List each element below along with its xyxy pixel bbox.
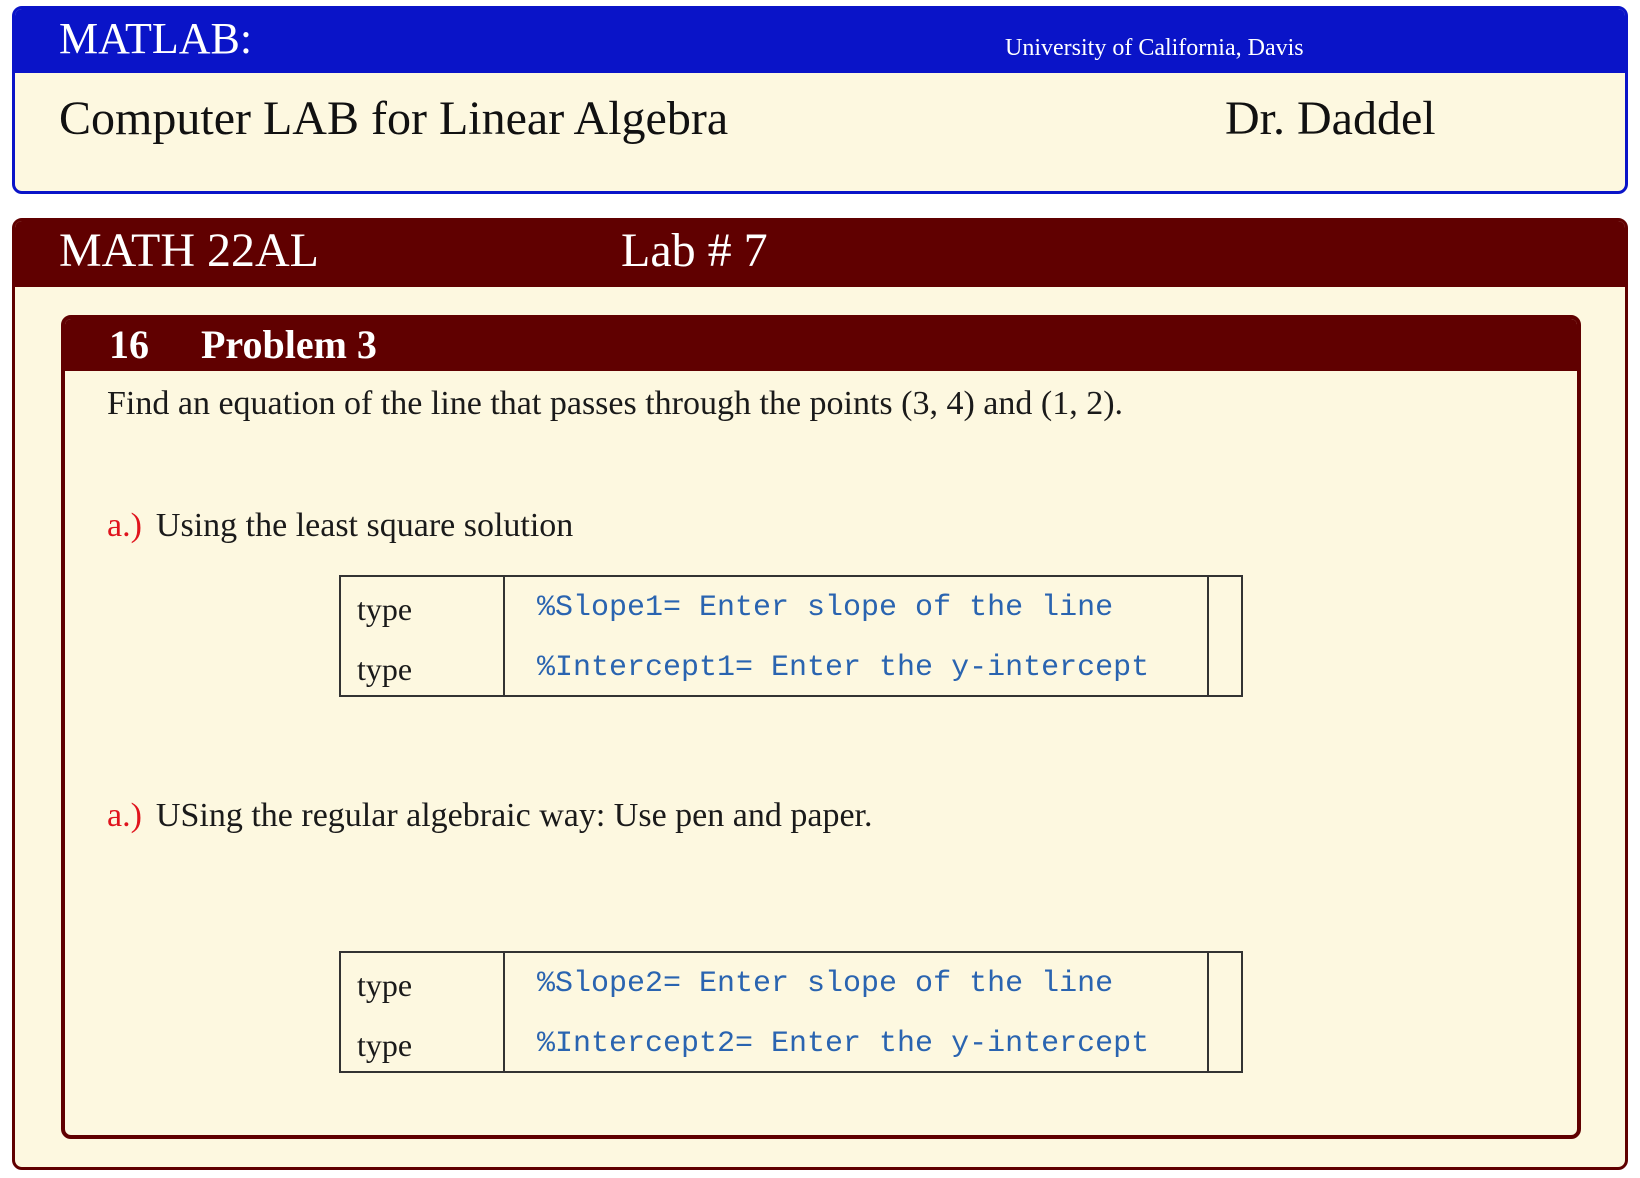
row-key: type [357, 591, 413, 627]
header-title: MATLAB: [59, 14, 253, 63]
row-key: type [357, 1027, 413, 1063]
code-input-intercept2[interactable]: %Intercept2= Enter the y-intercept [537, 1027, 1149, 1061]
row-key: type [357, 651, 413, 687]
part-two: a.) USing the regular algebraic way: Use … [107, 797, 873, 835]
part-text: USing the regular algebraic way: Use pen… [155, 797, 873, 834]
code-input-slope1[interactable]: %Slope1= Enter slope of the line [537, 591, 1113, 625]
part-label: a.) [107, 797, 142, 834]
code-input-intercept1[interactable]: %Intercept1= Enter the y-intercept [537, 651, 1149, 685]
header-bar [15, 9, 1625, 73]
table-divider [1207, 577, 1209, 695]
institution-label: University of California, Davis [1005, 35, 1304, 61]
code-table: type %Slope1= Enter slope of the line ty… [339, 575, 1243, 697]
lab-number: Lab # 7 [621, 224, 768, 277]
table-divider [503, 577, 505, 695]
problem-statement: Find an equation of the line that passes… [107, 385, 1124, 422]
table-divider [503, 953, 505, 1071]
problem-number: 16 [109, 322, 149, 367]
header-panel: MATLAB: University of California, Davis … [12, 6, 1628, 194]
course-panel: MATH 22AL Lab # 7 16 Problem 3 Find an e… [12, 218, 1628, 1170]
code-table: type %Slope2= Enter slope of the line ty… [339, 951, 1243, 1073]
part-text: Using the least square solution [155, 507, 574, 544]
table-divider [1207, 953, 1209, 1071]
part-label: a.) [107, 507, 142, 544]
author-name: Dr. Daddel [1225, 92, 1436, 145]
row-key: type [357, 967, 413, 1003]
problem-title: Problem 3 [201, 322, 377, 367]
course-code: MATH 22AL [59, 224, 319, 277]
problem-box: 16 Problem 3 Find an equation of the lin… [61, 315, 1581, 1139]
header-subtitle: Computer LAB for Linear Algebra [59, 92, 729, 145]
code-input-slope2[interactable]: %Slope2= Enter slope of the line [537, 967, 1113, 1001]
part-one: a.) Using the least square solution [107, 507, 573, 545]
